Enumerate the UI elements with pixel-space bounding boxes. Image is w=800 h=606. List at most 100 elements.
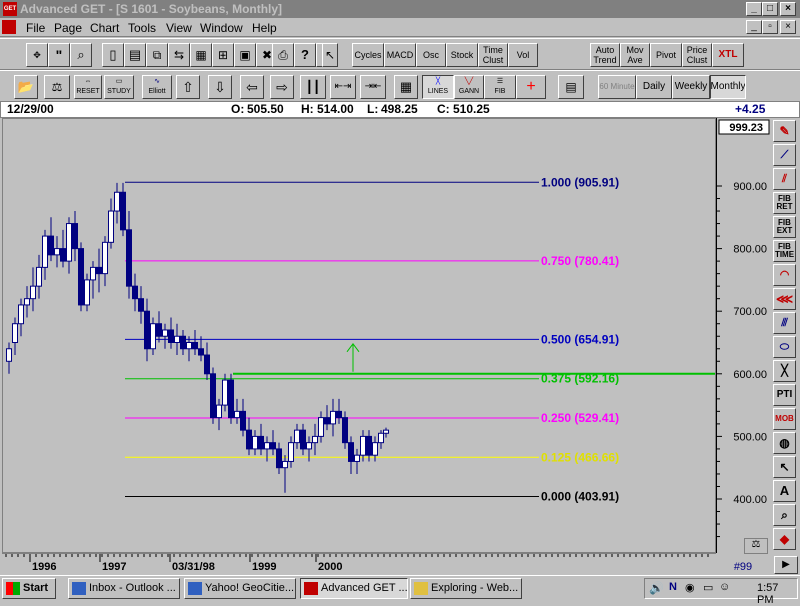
study-button[interactable]: ▭ STUDY [104, 75, 134, 99]
candle-body [12, 323, 18, 344]
tile-icon[interactable]: ⊞ [212, 43, 234, 67]
timeframe-weekly-button[interactable]: Weekly [672, 75, 710, 99]
doc-close-button[interactable]: × [780, 20, 796, 34]
menu-file[interactable]: File [26, 21, 45, 35]
tray-messenger-icon[interactable]: ☺ [719, 581, 730, 593]
xtl-button[interactable]: XTL [712, 43, 744, 67]
pti-button[interactable]: PTI [773, 384, 796, 406]
elliott-button[interactable]: ∿ Elliott [142, 75, 172, 99]
candle-body [222, 379, 228, 406]
menu-help[interactable]: Help [252, 21, 277, 35]
menu-view[interactable]: View [166, 21, 192, 35]
high-label: H: [301, 102, 314, 116]
doc-restore-button[interactable]: ▫ [762, 20, 778, 34]
grid-toggle-icon[interactable]: ▦ [394, 75, 418, 99]
timeframe-monthly-button[interactable]: Monthly [710, 75, 746, 99]
fib-arc-icon[interactable]: ◠ [773, 264, 796, 286]
compress-icon[interactable]: ⇤⇥ [330, 75, 356, 99]
x-tick-label: 2000 [318, 561, 342, 573]
cursor-tool-icon[interactable]: ✥ [26, 43, 48, 67]
tray-pc-icon[interactable]: ▭ [703, 581, 713, 594]
expand-icon[interactable]: ⇥⇤ [360, 75, 386, 99]
menu-page[interactable]: Page [54, 21, 82, 35]
mob-button[interactable]: MOB [773, 408, 796, 430]
text-tool-icon[interactable]: A [773, 480, 796, 502]
scroll-right-icon[interactable]: ▶ [774, 556, 798, 574]
stock-button[interactable]: Stock [446, 43, 478, 67]
pencil-icon[interactable]: ✎ [773, 120, 796, 142]
gann-button[interactable]: ╲╱ GANN [454, 75, 484, 99]
osc-button[interactable]: Osc [416, 43, 446, 67]
macd-button[interactable]: MACD [384, 43, 416, 67]
print-icon[interactable]: ⎙ [272, 43, 294, 67]
arrow-up-icon[interactable]: ⇧ [176, 75, 200, 99]
speedlines-icon[interactable]: ⫻ [773, 312, 796, 334]
cascade-icon[interactable]: ▣ [234, 43, 256, 67]
fib-time-button[interactable]: FIB TIME [773, 240, 796, 262]
bars-icon[interactable]: ┃┃ [300, 75, 326, 99]
price-chart[interactable]: 1.000 (905.91) 0.750 (780.41) 0.500 (654.9… [2, 118, 716, 553]
task-explorer[interactable]: Exploring - Web... [410, 578, 522, 599]
menu-window[interactable]: Window [200, 21, 243, 35]
pivot-button[interactable]: Pivot [650, 43, 682, 67]
cycles-button[interactable]: Cycles [352, 43, 384, 67]
timeframe-daily-button[interactable]: Daily [636, 75, 672, 99]
vol-button[interactable]: Vol [508, 43, 538, 67]
close-button[interactable]: × [780, 2, 796, 16]
time-clust-button[interactable]: Time Clust [478, 43, 508, 67]
minimize-button[interactable]: _ [746, 2, 762, 16]
timeframe-60min-button[interactable]: 60 Minute [598, 75, 636, 99]
cross-lines-icon[interactable]: ╳ [773, 360, 796, 382]
candle-body [150, 323, 156, 350]
volume-icon[interactable]: 🔊 [649, 581, 664, 595]
pointer-icon[interactable]: ↖ [773, 456, 796, 478]
scale-icon[interactable]: ⚖ [44, 75, 70, 99]
fib-button[interactable]: ☰ FIB [484, 75, 516, 99]
menu-tools[interactable]: Tools [128, 21, 156, 35]
ellipse-icon[interactable]: ⬭ [773, 336, 796, 358]
lines-button[interactable]: ╳ LINES [422, 75, 454, 99]
task-advanced-get[interactable]: Advanced GET ... [300, 578, 408, 599]
trendline-icon[interactable]: ⟋ [773, 144, 796, 166]
grid-icon[interactable]: ▦ [190, 43, 212, 67]
reset-button[interactable]: ⇔ RESET [74, 75, 102, 99]
channel-icon[interactable]: ⫽ [773, 168, 796, 190]
auto-trend-button[interactable]: Auto Trend [590, 43, 620, 67]
open-folder-icon[interactable]: 📂 [14, 75, 38, 99]
new-page-icon[interactable]: ▯ [102, 43, 124, 67]
document-icon[interactable] [2, 20, 16, 34]
mov-ave-button[interactable]: Mov Ave [620, 43, 650, 67]
quote-icon[interactable]: " [48, 43, 70, 67]
start-button[interactable]: Start [2, 578, 56, 599]
price-clust-button[interactable]: Price Clust [682, 43, 712, 67]
page-icon[interactable]: ▤ [124, 43, 146, 67]
network-icon[interactable]: N [669, 581, 677, 593]
fib-ext-label: FIB EXT [776, 218, 793, 235]
fib-retracement-button[interactable]: FIB RET [773, 192, 796, 214]
candle-body [144, 310, 150, 350]
low-value: 498.25 [381, 102, 418, 116]
zoom-tool-icon[interactable]: ⌕ [773, 504, 796, 526]
task-outlook[interactable]: Inbox - Outlook ... [68, 578, 180, 599]
menu-chart[interactable]: Chart [90, 21, 119, 35]
fib-extension-button[interactable]: FIB EXT [773, 216, 796, 238]
arrow-down-icon[interactable]: ⇩ [208, 75, 232, 99]
crosshair-icon[interactable]: + [516, 75, 546, 99]
pointer-help-icon[interactable]: ↖ [322, 43, 338, 67]
help-icon[interactable]: ? [294, 43, 316, 67]
task-yahoo[interactable]: Yahoo! GeoCitie... [184, 578, 296, 599]
app-icon: GET [3, 2, 17, 16]
arrow-left-icon[interactable]: ⇦ [240, 75, 264, 99]
windows-logo-icon [6, 582, 20, 595]
arrow-right-icon[interactable]: ⇨ [270, 75, 294, 99]
doc-minimize-button[interactable]: _ [746, 20, 762, 34]
zoom-icon[interactable]: ⌕ [70, 43, 92, 67]
properties-icon[interactable]: ▤ [558, 75, 584, 99]
copy-icon[interactable]: ⧉ [146, 43, 168, 67]
maximize-button[interactable]: □ [762, 2, 778, 16]
scale-mode-icon[interactable]: ⚖ [744, 538, 768, 554]
fan-icon[interactable]: ⋘ [773, 288, 796, 310]
globe-icon[interactable]: ◍ [773, 432, 796, 454]
arrange-icon[interactable]: ⇆ [168, 43, 190, 67]
tray-app-icon[interactable]: ◉ [685, 581, 695, 594]
